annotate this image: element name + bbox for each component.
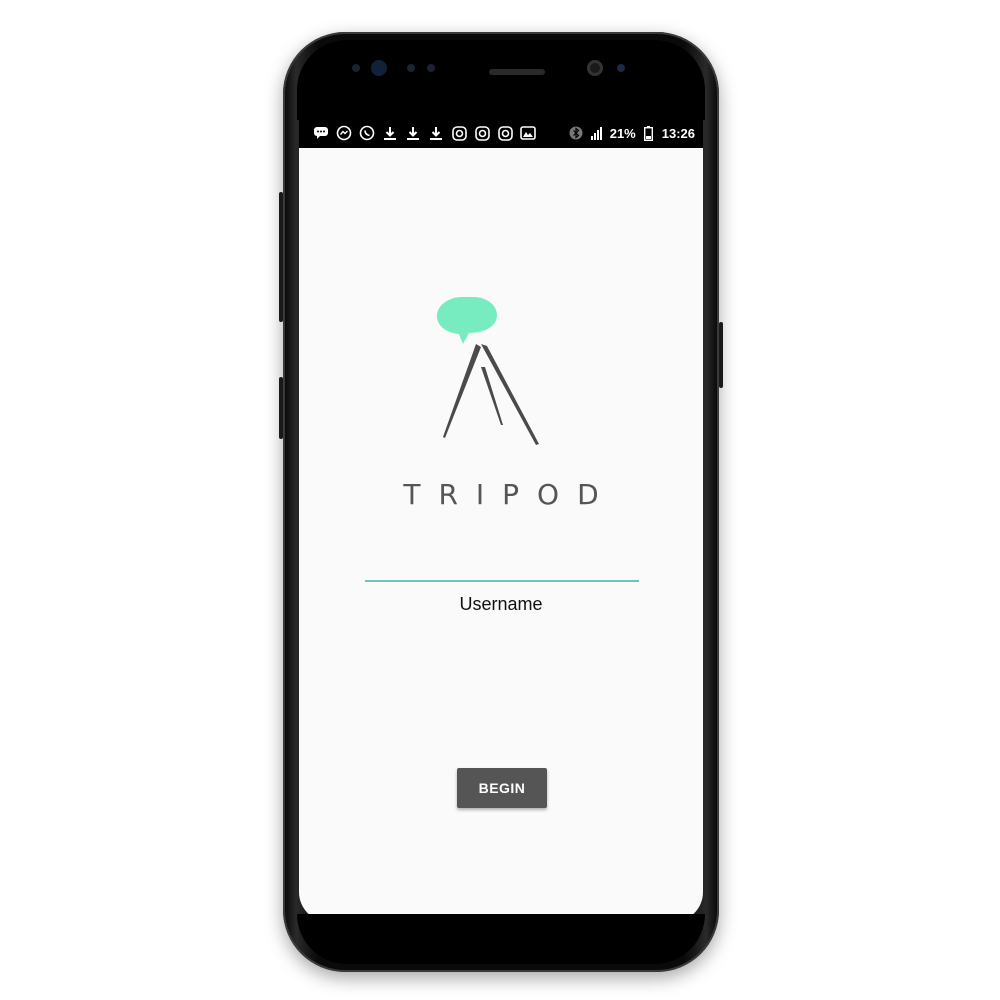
- sensor-icon: [617, 64, 625, 72]
- whatsapp-icon: [359, 125, 375, 141]
- username-label: Username: [459, 594, 543, 614]
- download-icon: [428, 125, 444, 141]
- iris-scanner-icon: [371, 60, 387, 76]
- tripod-leg-left: [443, 344, 481, 438]
- sensor-icon: [427, 64, 435, 72]
- screen: 21% 13:26 TRIPOD Username BEGIN: [299, 118, 703, 922]
- username-input[interactable]: [365, 538, 643, 580]
- sensor-icon: [352, 64, 360, 72]
- chat-icon: [313, 125, 329, 141]
- battery-icon: [641, 125, 657, 141]
- battery-percent: 21%: [609, 125, 636, 141]
- bluetooth-icon: [568, 125, 584, 141]
- power-button: [719, 322, 723, 388]
- phone-frame: 21% 13:26 TRIPOD Username BEGIN: [279, 32, 723, 972]
- status-bar: 21% 13:26: [299, 118, 703, 148]
- speech-bubble-icon: [437, 297, 497, 344]
- system-icons: 21% 13:26: [568, 125, 703, 141]
- download-icon: [405, 125, 421, 141]
- top-bezel: [297, 40, 705, 120]
- earpiece-speaker: [489, 69, 545, 75]
- clock: 13:26: [661, 125, 695, 141]
- tripod-logo-icon: [437, 297, 539, 445]
- volume-button: [279, 192, 283, 322]
- instagram-icon: [451, 125, 467, 141]
- messenger-icon: [336, 125, 352, 141]
- brand-name: TRIPOD: [403, 478, 617, 511]
- begin-button[interactable]: BEGIN: [457, 768, 547, 808]
- gallery-icon: [520, 125, 536, 141]
- notification-icons: [299, 125, 536, 141]
- tripod-leg-right: [481, 344, 539, 445]
- instagram-icon: [497, 125, 513, 141]
- username-underline: [365, 580, 639, 582]
- instagram-icon: [474, 125, 490, 141]
- front-camera-icon: [587, 60, 603, 76]
- bixby-button: [279, 377, 283, 439]
- signal-icon: [589, 125, 605, 141]
- sensor-icon: [407, 64, 415, 72]
- download-icon: [382, 125, 398, 141]
- bottom-bezel: [297, 914, 705, 964]
